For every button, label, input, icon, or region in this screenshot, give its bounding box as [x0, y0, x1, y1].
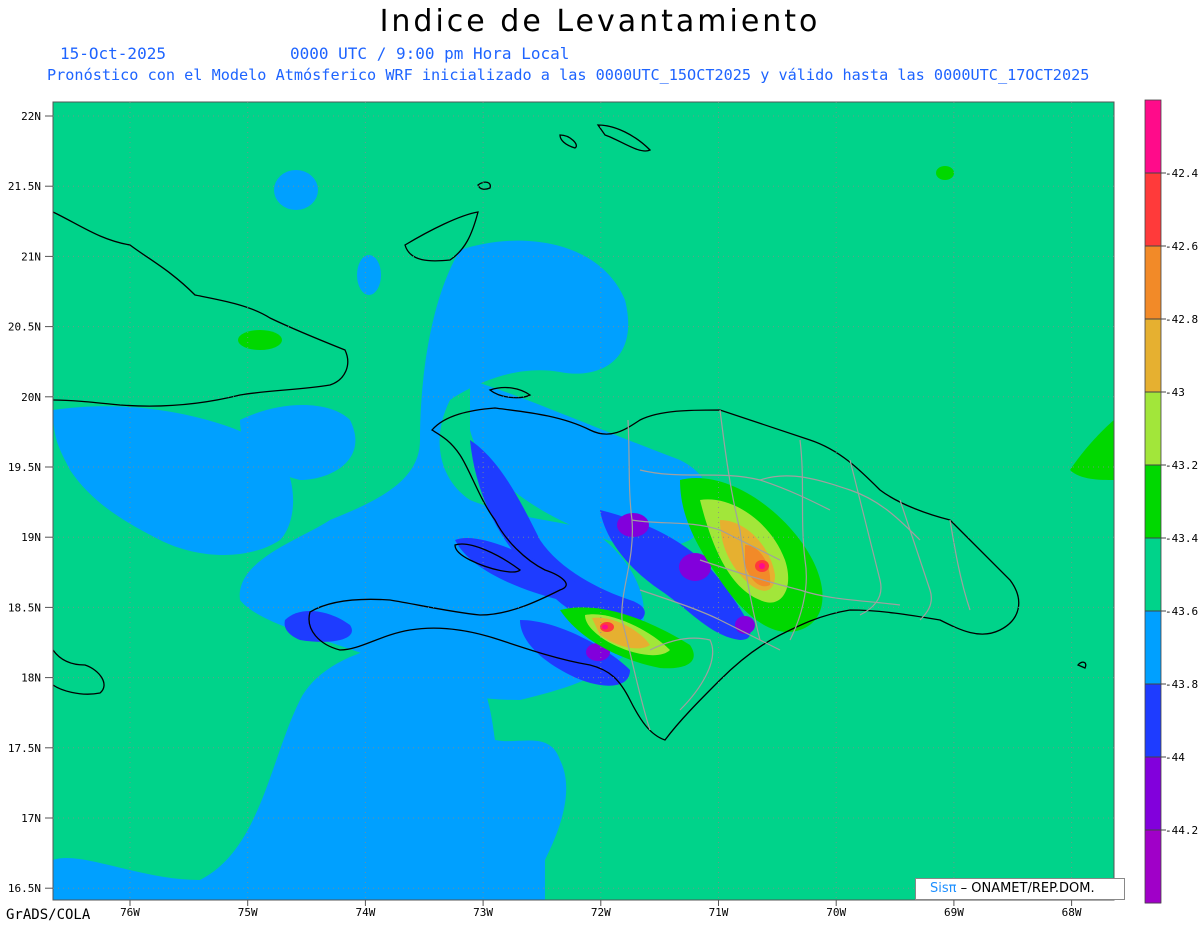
lat-tick-label: 21N [21, 250, 41, 263]
lat-tick-label: 17.5N [8, 742, 41, 755]
colorbar-label: -42.4 [1165, 167, 1198, 180]
lon-tick-label: 75W [238, 906, 258, 919]
colorbar-segment [1145, 757, 1161, 831]
lat-tick-label: 22N [21, 110, 41, 123]
field-purple-1 [617, 513, 649, 537]
field-magenta-1 [759, 563, 765, 569]
lon-tick-label: 70W [826, 906, 846, 919]
sispi-logo: Sisπ – ONAMET/REP.DOM. [915, 878, 1125, 900]
longitude-axis: 76W 75W 74W 73W 72W 71W 70W 69W 68W [120, 900, 1082, 919]
colorbar-label: -44.2 [1165, 824, 1198, 837]
lon-tick-label: 68W [1062, 906, 1082, 919]
lat-tick-label: 19.5N [8, 461, 41, 474]
lon-tick-label: 69W [944, 906, 964, 919]
colorbar-label: -43.8 [1165, 678, 1198, 691]
coast-cuba-w [53, 211, 54, 212]
onamet-label: – ONAMET/REP.DOM. [956, 881, 1095, 896]
grads-credit: GrADS/COLA [6, 907, 91, 923]
field-purple-4 [735, 616, 755, 634]
colorbar-label: -44 [1165, 751, 1185, 764]
field-green-cuba [238, 330, 282, 350]
colorbar-label: -43.2 [1165, 459, 1198, 472]
lon-tick-label: 72W [591, 906, 611, 919]
colorbar-label: -42.8 [1165, 313, 1198, 326]
lat-tick-label: 20.5N [8, 321, 41, 334]
lifted-index-map: 22N 21.5N 21N 20.5N 20N 19.5N 19N 18.5N 18N 17.5N… [8, 99, 1198, 919]
colorbar-segment [1145, 538, 1161, 612]
lat-tick-label: 21.5N [8, 180, 41, 193]
colorbar-label: -42.6 [1165, 240, 1198, 253]
colorbar-segment [1145, 392, 1161, 466]
lat-tick-label: 17N [21, 812, 41, 825]
colorbar-segment [1145, 611, 1161, 685]
lon-tick-label: 71W [709, 906, 729, 919]
field-green-east2 [936, 166, 954, 180]
lat-tick-label: 16.5N [8, 882, 41, 895]
colorbar-segment [1145, 830, 1161, 904]
lat-tick-label: 20N [21, 391, 41, 404]
lat-tick-label: 18.5N [8, 601, 41, 614]
colorbar: -42.4 -42.6 -42.8 -43 -43.2 -43.4 -43.6 -43.8 -4… [1144, 99, 1198, 904]
lat-tick-label: 19N [21, 531, 41, 544]
latitude-axis: 22N 21.5N 21N 20.5N 20N 19.5N 19N 18.5N 18N 17.5N… [8, 110, 53, 895]
colorbar-label: -43.4 [1165, 532, 1198, 545]
lon-tick-label: 76W [120, 906, 140, 919]
colorbar-label: -43 [1165, 386, 1185, 399]
coast-jamaica-n [53, 648, 54, 650]
lat-tick-label: 18N [21, 672, 41, 685]
lon-tick-label: 73W [473, 906, 493, 919]
lon-tick-label: 74W [355, 906, 375, 919]
colorbar-segment [1145, 173, 1161, 247]
colorbar-segment [1145, 319, 1161, 393]
colorbar-segment [1145, 465, 1161, 539]
sispi-logo-name: Sisπ [930, 881, 957, 896]
field-magenta-2 [602, 624, 608, 630]
contour-fill [53, 102, 1114, 900]
field-blue-north [274, 170, 318, 210]
colorbar-label: -43.6 [1165, 605, 1198, 618]
colorbar-segment [1145, 100, 1161, 174]
colorbar-segment [1145, 684, 1161, 758]
colorbar-segment [1145, 246, 1161, 320]
field-blue-north2 [357, 255, 381, 295]
